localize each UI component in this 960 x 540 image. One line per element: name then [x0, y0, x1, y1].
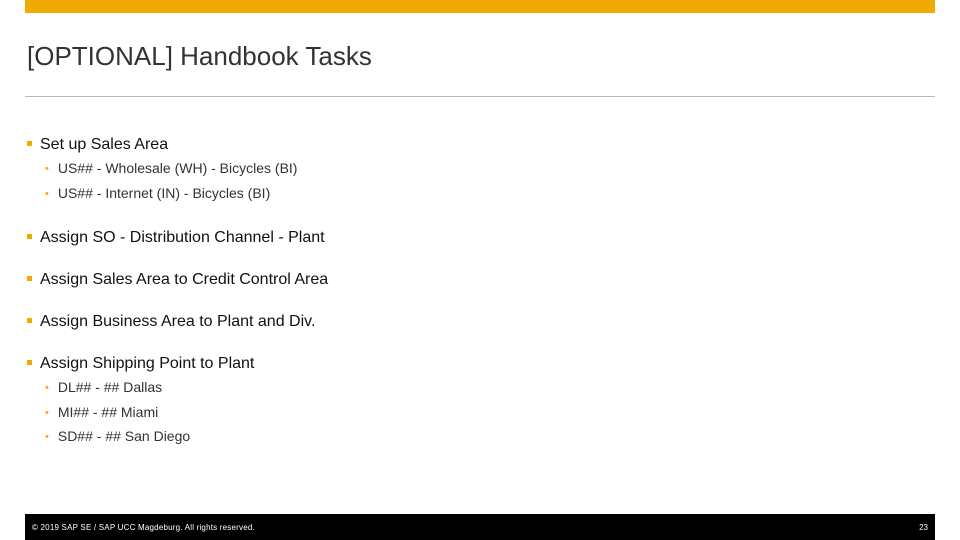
item-label: Assign Sales Area to Credit Control Area — [40, 271, 329, 288]
square-bullet-icon — [27, 276, 32, 281]
item-label: Assign Business Area to Plant and Div. — [40, 313, 316, 330]
title-divider — [25, 96, 935, 97]
sub-list-item: • DL## - ## Dallas — [45, 376, 907, 401]
sub-list: • US## - Wholesale (WH) - Bicycles (BI) •… — [27, 157, 907, 206]
item-label: Assign Shipping Point to Plant — [40, 355, 255, 372]
list-item: Assign Shipping Point to Plant • DL## - #… — [27, 353, 907, 450]
page-number: 23 — [919, 523, 928, 532]
sub-list-item: • US## - Internet (IN) - Bicycles (BI) — [45, 182, 907, 207]
dot-bullet-icon: • — [45, 382, 49, 394]
item-label: Set up Sales Area — [40, 136, 169, 153]
footer-bar: © 2019 SAP SE / SAP UCC Magdeburg. All r… — [25, 514, 935, 540]
square-bullet-icon — [27, 360, 32, 365]
bullet-list: Set up Sales Area • US## - Wholesale (WH)… — [27, 134, 907, 471]
sub-list-item: • MI## - ## Miami — [45, 401, 907, 426]
square-bullet-icon — [27, 318, 32, 323]
dot-bullet-icon: • — [45, 431, 49, 443]
square-bullet-icon — [27, 234, 32, 239]
dot-bullet-icon: • — [45, 406, 49, 419]
sub-list-item: • US## - Wholesale (WH) - Bicycles (BI) — [45, 157, 907, 182]
slide-title: [OPTIONAL] Handbook Tasks — [27, 41, 372, 71]
copyright-text: © 2019 SAP SE / SAP UCC Magdeburg. All r… — [32, 523, 255, 532]
list-item: Set up Sales Area • US## - Wholesale (WH)… — [27, 134, 907, 206]
sub-list: • DL## - ## Dallas • MI## - ## Miami • SD##… — [27, 376, 907, 450]
dot-bullet-icon: • — [45, 163, 49, 175]
sub-list-item: • SD## - ## San Diego — [45, 425, 907, 450]
list-item: Assign Business Area to Plant and Div. — [27, 311, 907, 332]
dot-bullet-icon: • — [45, 187, 49, 200]
list-item: Assign Sales Area to Credit Control Area — [27, 269, 907, 290]
square-bullet-icon — [27, 141, 32, 146]
list-item: Assign SO - Distribution Channel - Plant — [27, 227, 907, 248]
accent-top-bar — [25, 0, 935, 13]
item-label: Assign SO - Distribution Channel - Plant — [40, 229, 325, 246]
